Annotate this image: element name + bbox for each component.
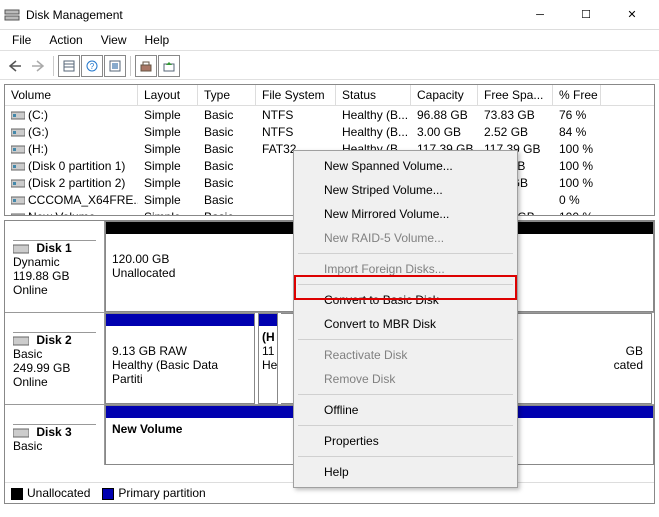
ctx-properties[interactable]: Properties (296, 429, 515, 453)
legend-unallocated: Unallocated (27, 486, 90, 500)
window-title: Disk Management (26, 8, 517, 22)
menu-file[interactable]: File (4, 31, 39, 49)
volume-list-header: Volume Layout Type File System Status Ca… (5, 85, 654, 106)
disk-icon (13, 427, 29, 439)
ctx-help[interactable]: Help (296, 460, 515, 484)
col-layout[interactable]: Layout (138, 85, 198, 105)
menu-help[interactable]: Help (137, 31, 178, 49)
toolbar-action1-icon[interactable] (135, 55, 157, 77)
volume-icon (11, 211, 25, 216)
volume-icon (11, 126, 25, 138)
toolbar-help-icon[interactable]: ? (81, 55, 103, 77)
svg-text:?: ? (90, 62, 95, 71)
volume-row[interactable]: (G:)SimpleBasicNTFSHealthy (B...3.00 GB2… (5, 123, 654, 140)
disk1-p1-size: 120.00 GB (112, 252, 169, 266)
col-percent[interactable]: % Free (553, 85, 601, 105)
ctx-new-raid5: New RAID-5 Volume... (296, 226, 515, 250)
toolbar-action2-icon[interactable] (158, 55, 180, 77)
disk2-p1-state: Healthy (Basic Data Partiti (112, 358, 218, 386)
disk3-name: Disk 3 (36, 425, 71, 439)
ctx-reactivate: Reactivate Disk (296, 343, 515, 367)
disk2-partition-1[interactable]: 9.13 GB RAW Healthy (Basic Data Partiti (105, 313, 255, 404)
volume-icon (11, 177, 25, 189)
ctx-new-striped[interactable]: New Striped Volume... (296, 178, 515, 202)
disk1-p1-state: Unallocated (112, 266, 175, 280)
legend-primary: Primary partition (118, 486, 205, 500)
context-menu: New Spanned Volume... New Striped Volume… (293, 150, 518, 488)
disk3-type: Basic (13, 439, 42, 453)
menu-view[interactable]: View (93, 31, 135, 49)
disk2-state: Online (13, 375, 48, 389)
toolbar: ? (0, 52, 659, 80)
col-volume[interactable]: Volume (5, 85, 138, 105)
col-free[interactable]: Free Spa... (478, 85, 553, 105)
disk1-name: Disk 1 (36, 241, 71, 255)
disk2-p3-size: GB (626, 344, 643, 358)
disk-icon (13, 335, 29, 347)
ctx-convert-mbr[interactable]: Convert to MBR Disk (296, 312, 515, 336)
ctx-new-spanned[interactable]: New Spanned Volume... (296, 154, 515, 178)
disk1-size: 119.88 GB (13, 269, 69, 283)
ctx-import-foreign: Import Foreign Disks... (296, 257, 515, 281)
volume-icon (11, 109, 25, 121)
close-button[interactable]: ✕ (609, 0, 655, 30)
disk2-p2-size: 11 (262, 344, 274, 358)
col-capacity[interactable]: Capacity (411, 85, 478, 105)
disk2-partition-2[interactable]: (H 11 He (258, 313, 278, 404)
title-bar: Disk Management ─ ☐ ✕ (0, 0, 659, 30)
toolbar-refresh-icon[interactable] (104, 55, 126, 77)
ctx-offline[interactable]: Offline (296, 398, 515, 422)
minimize-button[interactable]: ─ (517, 0, 563, 30)
disk-icon (13, 243, 29, 255)
disk3-p1-name: New Volume (112, 422, 182, 436)
forward-button[interactable] (27, 55, 49, 77)
disk2-p1-size: 9.13 GB RAW (112, 344, 187, 358)
disk1-state: Online (13, 283, 48, 297)
disk2-p2-state: He (262, 358, 277, 372)
volume-row[interactable]: (C:)SimpleBasicNTFSHealthy (B...96.88 GB… (5, 106, 654, 123)
disk2-p3-state: cated (614, 358, 643, 372)
ctx-remove: Remove Disk (296, 367, 515, 391)
toolbar-view-icon[interactable] (58, 55, 80, 77)
legend-swatch-primary (102, 488, 114, 500)
menu-bar: File Action View Help (0, 30, 659, 50)
disk1-type: Dynamic (13, 255, 60, 269)
volume-icon (11, 194, 25, 206)
app-icon (4, 7, 20, 23)
ctx-convert-basic[interactable]: Convert to Basic Disk (296, 288, 515, 312)
maximize-button[interactable]: ☐ (563, 0, 609, 30)
disk2-size: 249.99 GB (13, 361, 70, 375)
back-button[interactable] (4, 55, 26, 77)
disk2-type: Basic (13, 347, 42, 361)
legend-swatch-unallocated (11, 488, 23, 500)
disk2-name: Disk 2 (36, 333, 71, 347)
disk2-p2-name: (H (262, 330, 275, 344)
col-type[interactable]: Type (198, 85, 256, 105)
volume-icon (11, 160, 25, 172)
volume-icon (11, 143, 25, 155)
col-status[interactable]: Status (336, 85, 411, 105)
menu-action[interactable]: Action (41, 31, 90, 49)
ctx-new-mirrored[interactable]: New Mirrored Volume... (296, 202, 515, 226)
col-filesystem[interactable]: File System (256, 85, 336, 105)
